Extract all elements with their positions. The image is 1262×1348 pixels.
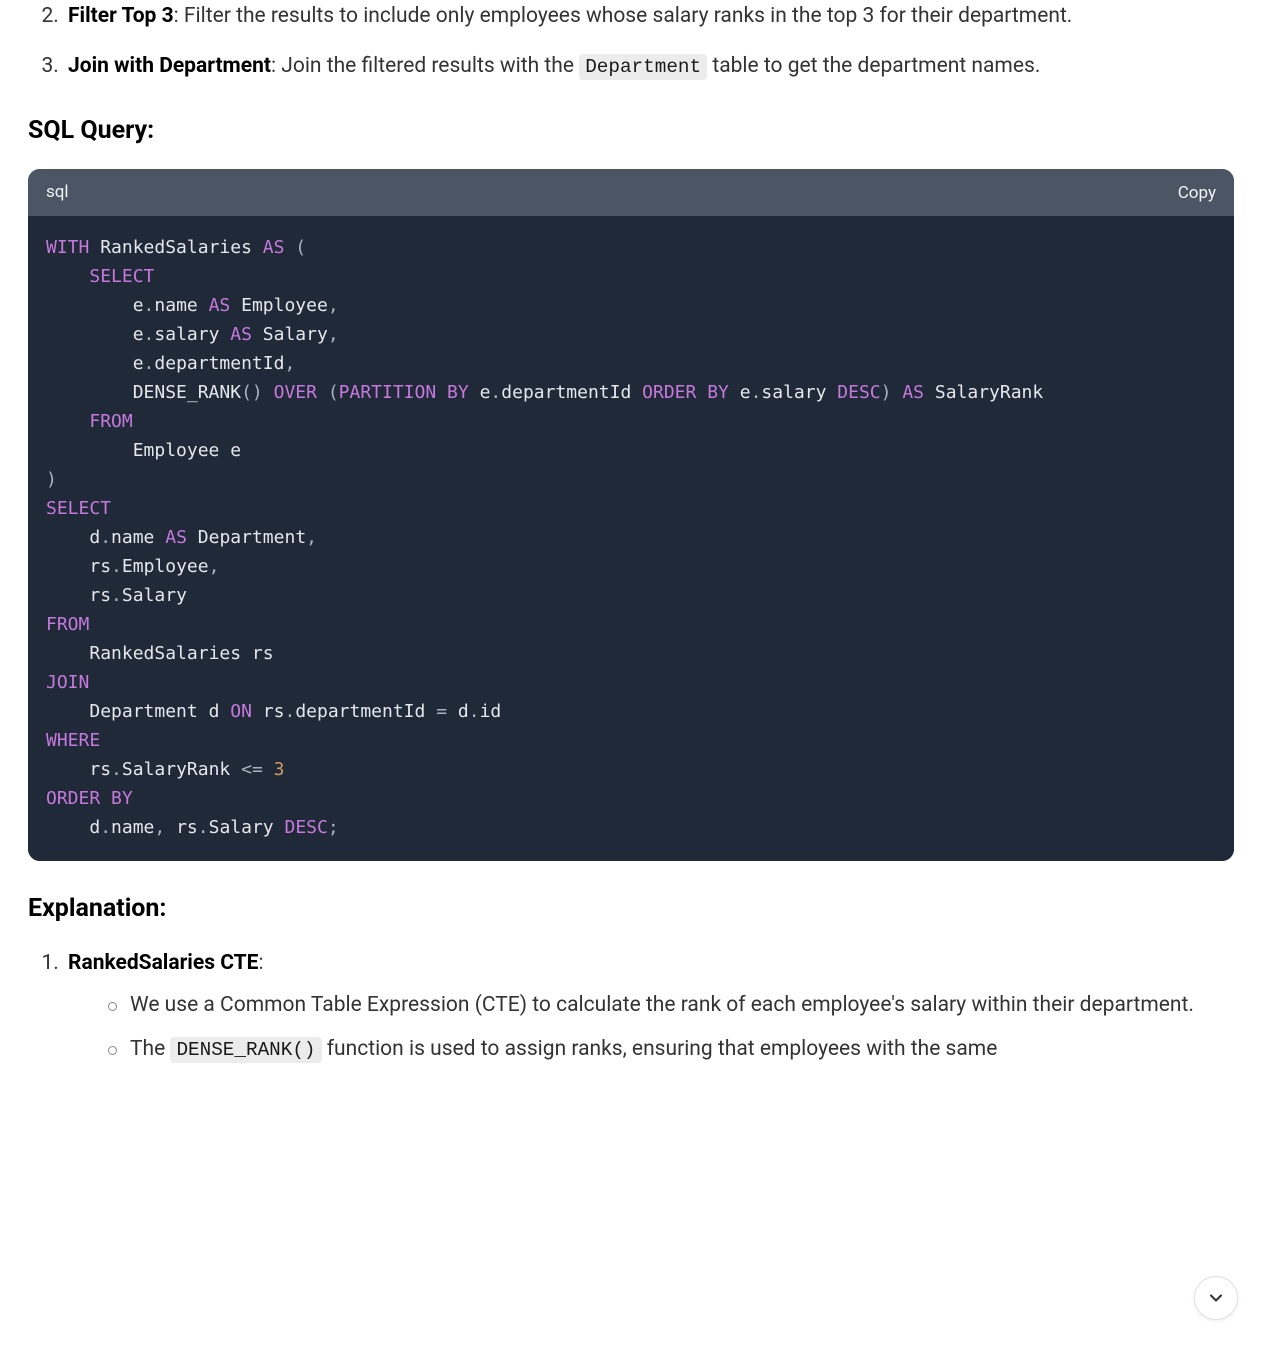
chevron-down-icon xyxy=(1206,1288,1226,1308)
explanation-item-1-colon: : xyxy=(258,951,263,975)
explanation-sub-2-prefix: The xyxy=(130,1037,170,1061)
sql-query-heading: SQL Query: xyxy=(28,111,1234,151)
step-2-text: : Filter the results to include only emp… xyxy=(174,4,1073,28)
inline-code-denserank: DENSE_RANK() xyxy=(170,1037,321,1063)
explanation-sublist: We use a Common Table Expression (CTE) t… xyxy=(68,989,1234,1066)
code-block: sql Copy WITH RankedSalaries AS ( SELECT… xyxy=(28,169,1234,861)
scroll-down-button[interactable] xyxy=(1194,1276,1238,1320)
step-3-prefix: : Join the filtered results with the xyxy=(271,54,579,78)
code-language-label: sql xyxy=(46,179,69,206)
explanation-sub-2-suffix: function is used to assign ranks, ensuri… xyxy=(322,1037,998,1061)
inline-code-department: Department xyxy=(579,54,707,80)
explanation-item-1: RankedSalaries CTE: We use a Common Tabl… xyxy=(64,947,1234,1066)
step-3: Join with Department: Join the filtered … xyxy=(64,50,1234,84)
explanation-sub-1-text: We use a Common Table Expression (CTE) t… xyxy=(130,993,1194,1017)
step-3-title: Join with Department xyxy=(68,54,271,78)
explanation-list: RankedSalaries CTE: We use a Common Tabl… xyxy=(28,947,1234,1066)
step-2: Filter Top 3: Filter the results to incl… xyxy=(64,0,1234,34)
explanation-item-1-title: RankedSalaries CTE xyxy=(68,951,258,975)
steps-list: Filter Top 3: Filter the results to incl… xyxy=(28,0,1234,83)
explanation-sub-2: The DENSE_RANK() function is used to ass… xyxy=(108,1033,1234,1067)
step-3-suffix: table to get the department names. xyxy=(707,54,1040,78)
copy-button[interactable]: Copy xyxy=(1178,183,1216,203)
explanation-sub-1: We use a Common Table Expression (CTE) t… xyxy=(108,989,1234,1023)
code-header: sql Copy xyxy=(28,169,1234,216)
code-body[interactable]: WITH RankedSalaries AS ( SELECT e.name A… xyxy=(28,216,1234,861)
explanation-heading: Explanation: xyxy=(28,889,1234,929)
code-content: WITH RankedSalaries AS ( SELECT e.name A… xyxy=(46,237,1043,838)
step-2-title: Filter Top 3 xyxy=(68,4,174,28)
